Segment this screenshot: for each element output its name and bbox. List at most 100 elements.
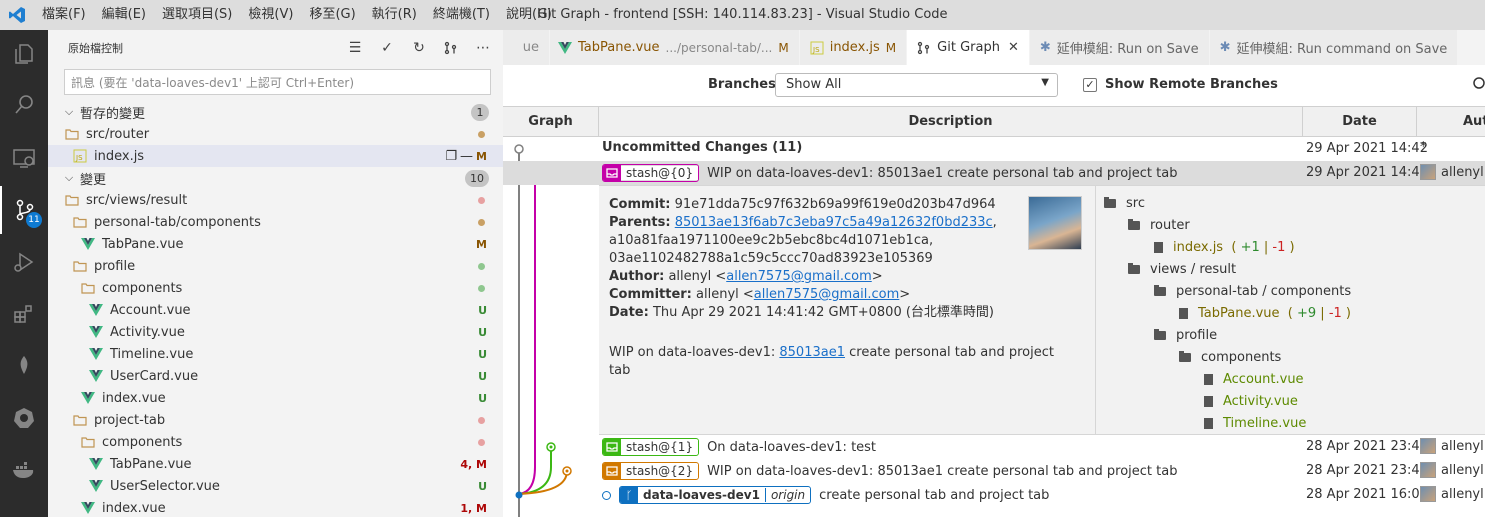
folder-icon: [1104, 196, 1116, 208]
branches-dropdown[interactable]: Show All ▼: [775, 73, 1058, 97]
ft-folder[interactable]: router: [1128, 214, 1190, 236]
explorer-icon[interactable]: [0, 30, 48, 78]
parents-label: Parents:: [609, 215, 671, 230]
extensions-icon[interactable]: [0, 290, 48, 338]
more-actions-icon[interactable]: ⋯: [471, 36, 495, 60]
committer-email-link[interactable]: allen7575@gmail.com: [754, 287, 900, 302]
file-icon: [1204, 395, 1213, 407]
stash-tag[interactable]: stash@{0}: [602, 164, 700, 182]
tab-ext-run-command-on-save[interactable]: ✱ 延伸模組: Run command on Save: [1209, 30, 1459, 65]
commit-check-icon[interactable]: ✓: [375, 36, 399, 60]
parent-hash-link[interactable]: 85013ae13f6ab7c3eba97c5a49a12632f0bd233c: [675, 215, 993, 230]
commit-message-input[interactable]: 訊息 (要在 'data-loaves-dev1' 上認可 Ctrl+Enter…: [64, 69, 491, 95]
ft-folder[interactable]: components: [1179, 346, 1281, 368]
run-debug-icon[interactable]: [0, 238, 48, 286]
commit-row[interactable]: stash@{1} On data-loaves-dev1: test 28 A…: [503, 435, 1485, 459]
tree-folder[interactable]: profile: [48, 255, 503, 277]
col-description[interactable]: Description: [599, 107, 1303, 136]
tree-file[interactable]: index.vue 1, M: [48, 497, 503, 517]
tree-label: index.js: [94, 148, 145, 164]
commit-details-panel: Commit: 91e71dda75c97f632b69a99f619e0d20…: [599, 185, 1485, 435]
tree-file[interactable]: UserSelector.vue U: [48, 475, 503, 497]
ft-folder[interactable]: profile: [1154, 324, 1217, 346]
menu-view[interactable]: 檢視(V): [240, 0, 301, 30]
deletions: -1: [1328, 305, 1342, 321]
remote-explorer-icon[interactable]: [0, 134, 48, 182]
search-icon[interactable]: [0, 81, 48, 129]
tab-index-js[interactable]: JS index.js M: [799, 30, 908, 65]
tree-file[interactable]: Account.vue U: [48, 299, 503, 321]
tree-file[interactable]: Timeline.vue U: [48, 343, 503, 365]
menu-go[interactable]: 移至(G): [301, 0, 363, 30]
tree-folder[interactable]: project-tab: [48, 409, 503, 431]
tree-file[interactable]: JS index.js ❐ — M: [48, 145, 503, 167]
tree-file[interactable]: Activity.vue U: [48, 321, 503, 343]
tab-git-graph[interactable]: Git Graph ✕: [907, 30, 1030, 65]
ft-folder[interactable]: src: [1104, 192, 1145, 214]
stash-tag[interactable]: stash@{1}: [602, 438, 700, 456]
tree-file[interactable]: UserCard.vue U: [48, 365, 503, 387]
ft-file[interactable]: index.js ( +1 | -1 ): [1154, 236, 1295, 258]
tree-folder[interactable]: components: [48, 277, 503, 299]
ft-file[interactable]: Account.vue: [1204, 368, 1304, 390]
tree-folder[interactable]: personal-tab/components: [48, 211, 503, 233]
mongodb-icon[interactable]: [0, 342, 48, 390]
tab-label: 延伸模組: Run command on Save: [1236, 42, 1448, 57]
unstage-icon[interactable]: —: [460, 149, 473, 164]
uncommitted-row[interactable]: Uncommitted Changes (11) 29 Apr 2021 14:…: [503, 137, 1485, 161]
ft-file[interactable]: Timeline.vue: [1204, 412, 1306, 434]
col-date[interactable]: Date: [1303, 107, 1417, 136]
tree-file[interactable]: TabPane.vue M: [48, 233, 503, 255]
commit-row[interactable]: ᚴ data-loaves-dev1 origin create persona…: [503, 483, 1485, 507]
tab-ext-run-on-save[interactable]: ✱ 延伸模組: Run on Save: [1029, 30, 1210, 65]
git-graph-icon[interactable]: [439, 36, 463, 60]
commit-row[interactable]: stash@{2} WIP on data-loaves-dev1: 85013…: [503, 459, 1485, 483]
tree-label: src/views/result: [86, 192, 188, 208]
close-icon[interactable]: ✕: [1008, 40, 1019, 55]
menu-run[interactable]: 執行(R): [364, 0, 425, 30]
view-as-list-icon[interactable]: ☰: [343, 36, 367, 60]
docker-icon[interactable]: [0, 446, 48, 494]
tree-folder[interactable]: components: [48, 431, 503, 453]
menu-terminal[interactable]: 終端機(T): [425, 0, 498, 30]
changes-group[interactable]: ⌵ 變更 10: [48, 167, 503, 189]
commit-row-selected[interactable]: stash@{0} WIP on data-loaves-dev1: 85013…: [503, 161, 1485, 185]
col-author[interactable]: Aut: [1417, 107, 1485, 136]
source-control-icon[interactable]: 11: [0, 186, 48, 234]
open-file-icon[interactable]: ❐: [445, 149, 457, 164]
branch-tag[interactable]: ᚴ data-loaves-dev1 origin: [619, 486, 812, 504]
branches-label: Branches:: [708, 77, 782, 92]
tree-folder[interactable]: src/views/result: [48, 189, 503, 211]
refresh-icon[interactable]: ↻: [407, 36, 431, 60]
commit-author: allenyl: [1441, 486, 1484, 502]
stash-label: stash@{0}: [621, 166, 699, 180]
status-label: M: [476, 149, 487, 163]
staged-changes-group[interactable]: ⌵ 暫存的變更 1: [48, 101, 503, 123]
source-control-panel: 原始檔控制 ☰ ✓ ↻ ⋯ 訊息 (要在 'data-loaves-dev1' …: [48, 30, 503, 517]
ft-file[interactable]: Activity.vue: [1204, 390, 1298, 412]
dropdown-arrow-icon: ▼: [1041, 77, 1049, 88]
tab-truncated[interactable]: ue: [503, 30, 550, 65]
menu-file[interactable]: 檔案(F): [34, 0, 94, 30]
menu-selection[interactable]: 選取項目(S): [154, 0, 240, 30]
menu-edit[interactable]: 編輯(E): [94, 0, 154, 30]
menu-help[interactable]: 說明(H): [498, 0, 560, 30]
message-hash-link[interactable]: 85013ae1: [779, 345, 845, 360]
tree-folder[interactable]: src/router: [48, 123, 503, 145]
tab-tabpane-vue[interactable]: TabPane.vue .../personal-tab/... M: [550, 30, 800, 65]
status-dot: [478, 130, 485, 138]
ft-file[interactable]: TabPane.vue ( +9 | -1 ): [1179, 302, 1351, 324]
col-graph[interactable]: Graph: [503, 107, 599, 136]
commit-details-text: Commit: 91e71dda75c97f632b69a99f619e0d20…: [609, 196, 1079, 380]
ft-folder[interactable]: personal-tab / components: [1154, 280, 1351, 302]
folder-icon: [1154, 284, 1166, 296]
tree-file[interactable]: TabPane.vue 4, M: [48, 453, 503, 475]
ft-folder[interactable]: views / result: [1128, 258, 1236, 280]
tree-file[interactable]: index.vue U: [48, 387, 503, 409]
kubernetes-icon[interactable]: [0, 394, 48, 442]
author-email-link[interactable]: allen7575@gmail.com: [726, 269, 872, 284]
find-icon[interactable]: [1471, 77, 1485, 95]
show-remote-checkbox[interactable]: ✓: [1083, 78, 1097, 92]
stash-tag[interactable]: stash@{2}: [602, 462, 700, 480]
tab-description: .../personal-tab/...: [665, 40, 773, 55]
